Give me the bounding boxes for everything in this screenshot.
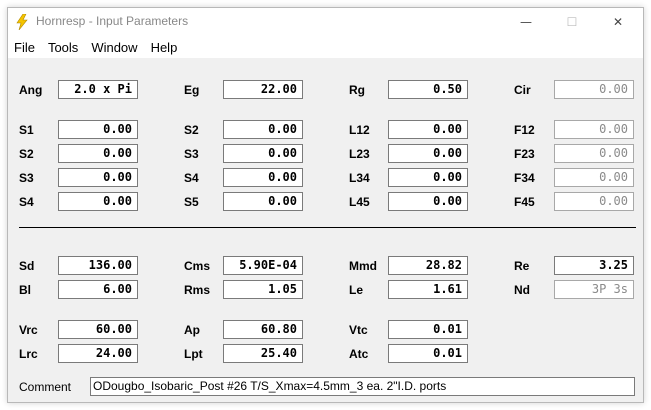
field-vrc[interactable]: 60.00 [58, 320, 138, 339]
field-ap[interactable]: 60.80 [223, 320, 303, 339]
label-s3: S3 [19, 171, 34, 185]
label-nd: Nd [514, 283, 530, 297]
minimize-icon: — [520, 15, 532, 29]
label-f23: F23 [514, 147, 535, 161]
field-cir[interactable]: 0.00 [554, 80, 634, 99]
field-s1[interactable]: 0.00 [58, 120, 138, 139]
menu-tools[interactable]: Tools [48, 40, 78, 55]
field-s2-col2[interactable]: 0.00 [223, 120, 303, 139]
label-l34: L34 [349, 171, 370, 185]
input-parameters-panel: Ang 2.0 x Pi Eg 22.00 Rg 0.50 Cir 0.00 S… [8, 58, 643, 402]
menu-bar: File Tools Window Help [8, 36, 643, 58]
field-s4-col2[interactable]: 0.00 [223, 168, 303, 187]
field-s4[interactable]: 0.00 [58, 192, 138, 211]
field-s5[interactable]: 0.00 [223, 192, 303, 211]
close-button[interactable]: ✕ [595, 8, 641, 36]
label-cms: Cms [184, 259, 211, 273]
field-l12[interactable]: 0.00 [388, 120, 468, 139]
field-cms[interactable]: 5.90E-04 [223, 256, 303, 275]
minimize-button[interactable]: — [503, 8, 549, 36]
label-le: Le [349, 283, 364, 297]
label-l12: L12 [349, 123, 370, 137]
field-l45[interactable]: 0.00 [388, 192, 468, 211]
label-f12: F12 [514, 123, 535, 137]
label-vrc: Vrc [19, 323, 38, 337]
label-re: Re [514, 259, 530, 273]
label-f45: F45 [514, 195, 535, 209]
label-ang: Ang [19, 83, 43, 97]
label-rg: Rg [349, 83, 365, 97]
maximize-icon: ☐ [566, 15, 578, 29]
close-icon: ✕ [612, 15, 624, 29]
field-vtc[interactable]: 0.01 [388, 320, 468, 339]
label-cir: Cir [514, 83, 531, 97]
label-s2: S2 [19, 147, 34, 161]
menu-help[interactable]: Help [151, 40, 178, 55]
field-eg[interactable]: 22.00 [223, 80, 303, 99]
field-rms[interactable]: 1.05 [223, 280, 303, 299]
label-l23: L23 [349, 147, 370, 161]
field-s2[interactable]: 0.00 [58, 144, 138, 163]
field-nd[interactable]: 3P 3s [554, 280, 634, 299]
field-mmd[interactable]: 28.82 [388, 256, 468, 275]
field-lrc[interactable]: 24.00 [58, 344, 138, 363]
label-rms: Rms [184, 283, 211, 297]
title-bar[interactable]: Hornresp - Input Parameters — ☐ ✕ [8, 8, 643, 36]
maximize-button[interactable]: ☐ [549, 8, 595, 36]
label-atc: Atc [349, 347, 369, 361]
label-comment: Comment [19, 380, 72, 394]
field-bl[interactable]: 6.00 [58, 280, 138, 299]
label-bl: Bl [19, 283, 31, 297]
menu-window[interactable]: Window [91, 40, 137, 55]
field-f23[interactable]: 0.00 [554, 144, 634, 163]
field-ang[interactable]: 2.0 x Pi [58, 80, 138, 99]
label-f34: F34 [514, 171, 535, 185]
field-re[interactable]: 3.25 [554, 256, 634, 275]
field-sd[interactable]: 136.00 [58, 256, 138, 275]
label-s4: S4 [19, 195, 34, 209]
section-divider [19, 227, 636, 228]
field-s3-col2[interactable]: 0.00 [223, 144, 303, 163]
menu-file[interactable]: File [14, 40, 35, 55]
label-mmd: Mmd [349, 259, 377, 273]
field-s3[interactable]: 0.00 [58, 168, 138, 187]
field-l23[interactable]: 0.00 [388, 144, 468, 163]
field-f12[interactable]: 0.00 [554, 120, 634, 139]
label-lrc: Lrc [19, 347, 38, 361]
label-lpt: Lpt [184, 347, 203, 361]
window-title: Hornresp - Input Parameters [36, 14, 189, 28]
field-lpt[interactable]: 25.40 [223, 344, 303, 363]
label-s5: S5 [184, 195, 199, 209]
label-s2-col2: S2 [184, 123, 199, 137]
label-eg: Eg [184, 83, 200, 97]
comment-field[interactable]: ODougbo_Isobaric_Post #26 T/S_Xmax=4.5mm… [90, 377, 635, 396]
field-l34[interactable]: 0.00 [388, 168, 468, 187]
label-ap: Ap [184, 323, 200, 337]
label-vtc: Vtc [349, 323, 368, 337]
label-s3-col2: S3 [184, 147, 199, 161]
label-s1: S1 [19, 123, 34, 137]
label-l45: L45 [349, 195, 370, 209]
field-f34[interactable]: 0.00 [554, 168, 634, 187]
field-le[interactable]: 1.61 [388, 280, 468, 299]
label-sd: Sd [19, 259, 35, 273]
field-f45[interactable]: 0.00 [554, 192, 634, 211]
field-rg[interactable]: 0.50 [388, 80, 468, 99]
lightning-bolt-icon [16, 14, 28, 30]
label-s4-col2: S4 [184, 171, 199, 185]
field-atc[interactable]: 0.01 [388, 344, 468, 363]
hornresp-window: Hornresp - Input Parameters — ☐ ✕ File T… [7, 7, 644, 403]
